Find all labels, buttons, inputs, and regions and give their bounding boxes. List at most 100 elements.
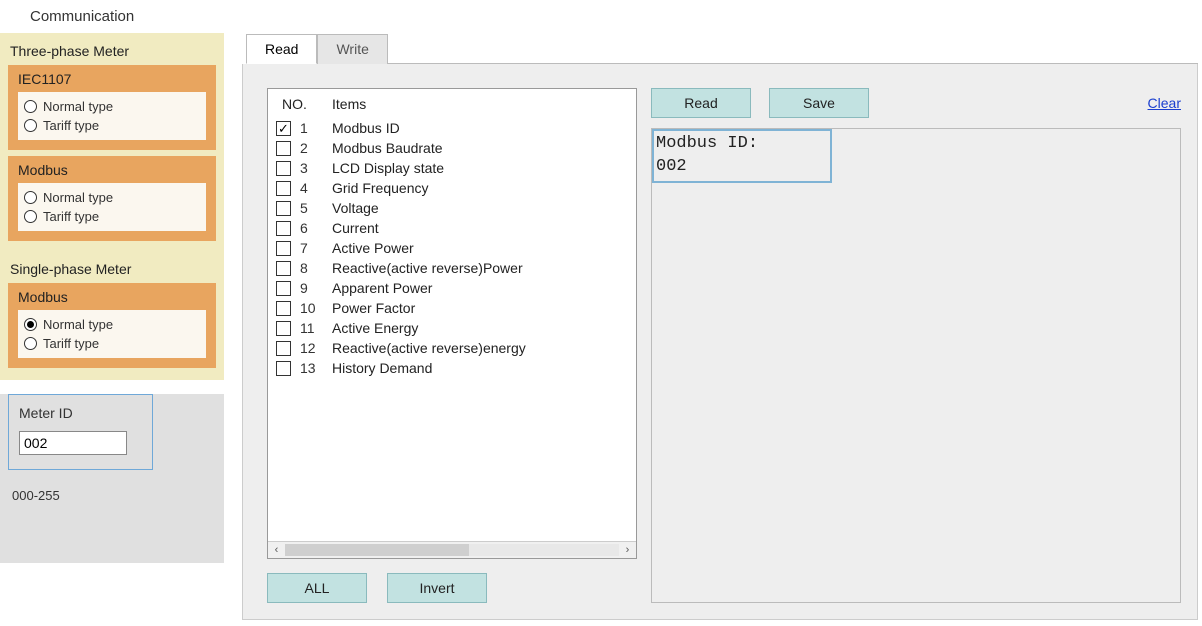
meter-id-range: 000-255 (0, 476, 224, 503)
item-number: 12 (300, 340, 330, 356)
result-controls: Read Save Clear (651, 88, 1181, 128)
tab-write[interactable]: Write (317, 34, 387, 64)
item-label: Current (330, 220, 636, 236)
item-number: 7 (300, 240, 330, 256)
item-checkbox[interactable] (276, 161, 291, 176)
three-phase-section: Three-phase Meter IEC1107 Normal type Ta… (0, 33, 224, 253)
item-label: Power Factor (330, 300, 636, 316)
list-buttons: ALL Invert (267, 559, 637, 603)
list-row: 2Modbus Baudrate (268, 138, 636, 158)
item-number: 11 (300, 320, 330, 336)
item-checkbox[interactable] (276, 221, 291, 236)
list-row: 6Current (268, 218, 636, 238)
list-row: ✓ 1Modbus ID (268, 118, 636, 138)
three-phase-modbus-block: Modbus Normal type Tariff type (8, 156, 216, 241)
list-row: 9Apparent Power (268, 278, 636, 298)
sidebar-bottom: Meter ID 000-255 (0, 394, 224, 563)
iec1107-radio-group: Normal type Tariff type (18, 92, 206, 140)
radio-icon (24, 100, 37, 113)
single-phase-modbus-label: Modbus (18, 289, 206, 310)
item-label: Reactive(active reverse)Power (330, 260, 636, 276)
scroll-left-icon[interactable]: ‹ (268, 543, 285, 558)
three-phase-modbus-label: Modbus (18, 162, 206, 183)
item-label: Modbus Baudrate (330, 140, 636, 156)
item-checkbox[interactable] (276, 201, 291, 216)
single-phase-section: Single-phase Meter Modbus Normal type Ta… (0, 253, 224, 380)
item-checkbox[interactable] (276, 241, 291, 256)
item-checkbox[interactable] (276, 361, 291, 376)
invert-button[interactable]: Invert (387, 573, 487, 603)
col-items-header: Items (330, 96, 636, 112)
item-checkbox[interactable]: ✓ (276, 121, 291, 136)
item-number: 6 (300, 220, 330, 236)
item-label: Apparent Power (330, 280, 636, 296)
item-label: LCD Display state (330, 160, 636, 176)
clear-link[interactable]: Clear (1148, 95, 1181, 111)
item-number: 13 (300, 360, 330, 376)
list-row: 7Active Power (268, 238, 636, 258)
col-no-header: NO. (268, 96, 330, 112)
item-number: 3 (300, 160, 330, 176)
radio-label: Normal type (43, 317, 113, 332)
item-label: Active Energy (330, 320, 636, 336)
item-number: 9 (300, 280, 330, 296)
scroll-right-icon[interactable]: › (619, 543, 636, 558)
iec1107-label: IEC1107 (18, 71, 206, 92)
item-checkbox[interactable] (276, 281, 291, 296)
list-row: 10Power Factor (268, 298, 636, 318)
item-label: Grid Frequency (330, 180, 636, 196)
three-phase-modbus-normal-radio[interactable]: Normal type (24, 188, 200, 207)
single-phase-modbus-normal-radio[interactable]: Normal type (24, 315, 200, 334)
item-checkbox[interactable] (276, 141, 291, 156)
list-header: NO. Items (268, 89, 636, 118)
radio-label: Tariff type (43, 118, 99, 133)
iec1107-normal-radio[interactable]: Normal type (24, 97, 200, 116)
item-number: 5 (300, 200, 330, 216)
list-body: ✓ 1Modbus ID 2Modbus Baudrate 3LCD Display … (268, 118, 636, 541)
save-button[interactable]: Save (769, 88, 869, 118)
checkmark-icon: ✓ (278, 122, 289, 135)
iec1107-tariff-radio[interactable]: Tariff type (24, 116, 200, 135)
scroll-track[interactable] (285, 544, 619, 556)
item-label: Modbus ID (330, 120, 636, 136)
sidebar: Three-phase Meter IEC1107 Normal type Ta… (0, 33, 224, 620)
item-checkbox[interactable] (276, 301, 291, 316)
iec1107-block: IEC1107 Normal type Tariff type (8, 65, 216, 150)
all-button[interactable]: ALL (267, 573, 367, 603)
item-number: 10 (300, 300, 330, 316)
list-row: 13History Demand (268, 358, 636, 378)
item-label: History Demand (330, 360, 636, 376)
item-checkbox[interactable] (276, 181, 291, 196)
radio-icon (24, 337, 37, 350)
item-label: Reactive(active reverse)energy (330, 340, 636, 356)
tab-read[interactable]: Read (246, 34, 317, 64)
radio-icon (24, 210, 37, 223)
meter-id-label: Meter ID (19, 405, 142, 431)
radio-label: Normal type (43, 190, 113, 205)
page-title: Communication (0, 0, 1202, 33)
horizontal-scrollbar[interactable]: ‹ › (268, 541, 636, 558)
item-checkbox[interactable] (276, 341, 291, 356)
item-checkbox[interactable] (276, 321, 291, 336)
read-button[interactable]: Read (651, 88, 751, 118)
list-row: 4Grid Frequency (268, 178, 636, 198)
single-phase-modbus-radio-group: Normal type Tariff type (18, 310, 206, 358)
meter-id-panel: Meter ID (8, 394, 153, 470)
item-number: 1 (300, 120, 330, 136)
three-phase-modbus-tariff-radio[interactable]: Tariff type (24, 207, 200, 226)
item-checkbox[interactable] (276, 261, 291, 276)
radio-icon (24, 191, 37, 204)
radio-label: Tariff type (43, 336, 99, 351)
meter-id-input[interactable] (19, 431, 127, 455)
scroll-thumb[interactable] (285, 544, 469, 556)
single-phase-modbus-tariff-radio[interactable]: Tariff type (24, 334, 200, 353)
item-list-box: NO. Items ✓ 1Modbus ID 2Modbus Baudrate 3LC… (267, 88, 637, 559)
radio-icon (24, 119, 37, 132)
radio-label: Normal type (43, 99, 113, 114)
result-panel: Read Save Clear Modbus ID: 002 (651, 88, 1181, 603)
list-row: 12Reactive(active reverse)energy (268, 338, 636, 358)
list-row: 8Reactive(active reverse)Power (268, 258, 636, 278)
single-phase-heading: Single-phase Meter (8, 259, 216, 283)
result-box: Modbus ID: 002 (651, 128, 1181, 603)
item-list-panel: NO. Items ✓ 1Modbus ID 2Modbus Baudrate 3LC… (267, 88, 637, 603)
